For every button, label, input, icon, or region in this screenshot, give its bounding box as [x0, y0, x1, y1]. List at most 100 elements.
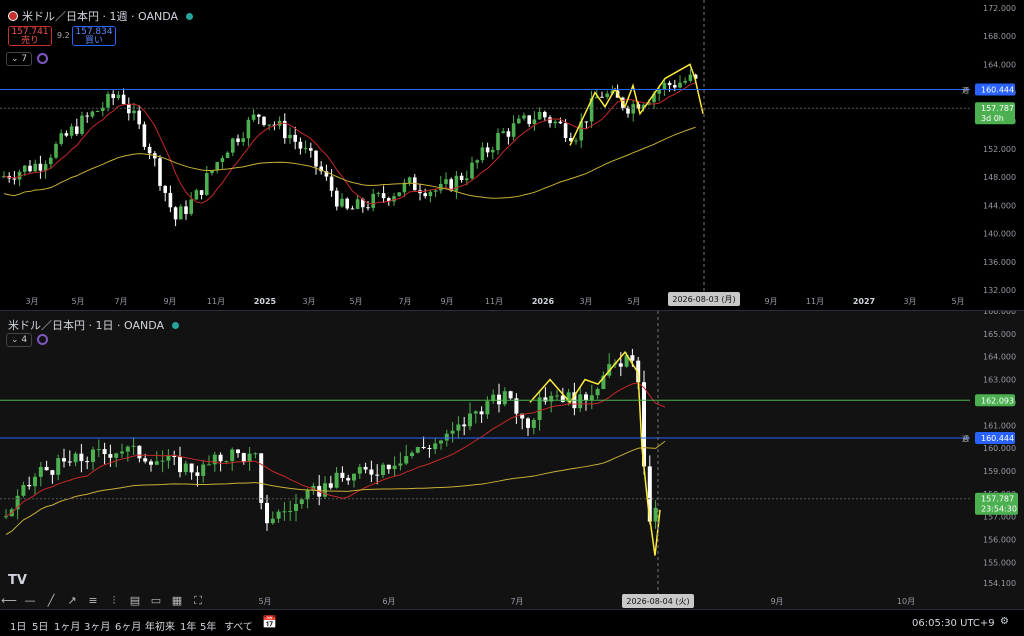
indicators-toggle-button[interactable]: ⌄ 7 — [6, 52, 33, 66]
candle-body — [548, 117, 552, 124]
candle-body — [23, 165, 27, 172]
candle-body — [421, 447, 426, 449]
indicator-settings-icon[interactable] — [37, 53, 48, 64]
last-price: 157.787 — [981, 495, 1014, 504]
candle-body — [600, 96, 604, 98]
range-button-8[interactable]: すべて — [224, 618, 253, 633]
candle-body — [276, 511, 281, 519]
time-axis-label: 5月 — [951, 297, 964, 306]
candle-body — [28, 165, 32, 172]
market-open-icon — [186, 12, 193, 20]
ray-icon[interactable]: ↗ — [63, 594, 81, 608]
weekly-chart-canvas[interactable]: 172.000168.000164.000160.000156.000152.0… — [0, 0, 1024, 310]
time-axis-label: 11月 — [485, 297, 503, 306]
time-axis-label: 5月 — [71, 297, 84, 306]
range-button-7[interactable]: 5年 — [200, 618, 216, 633]
candle-body — [584, 121, 589, 123]
crosshair-date: 2026-08-03 (月) — [672, 295, 735, 304]
daily-chart-canvas[interactable]: 166.000165.000164.000163.000162.000161.0… — [0, 311, 1024, 609]
candle-body — [375, 474, 380, 476]
candle-body — [491, 149, 495, 153]
candle-body — [363, 466, 368, 470]
goto-date-icon[interactable]: 📅 — [262, 615, 277, 629]
candle-body — [160, 460, 165, 462]
range-button-1[interactable]: 5日 — [32, 618, 48, 633]
cursor-icon[interactable]: ⟵ — [0, 594, 18, 608]
range-button-6[interactable]: 1年 — [180, 618, 196, 633]
time-axis-label: 5月 — [258, 597, 271, 606]
daily-chart-pane[interactable]: 166.000165.000164.000163.000162.000161.0… — [0, 311, 1024, 609]
candle-body — [667, 82, 672, 86]
candle-body — [456, 424, 461, 431]
candle-body — [527, 115, 531, 124]
buy-label: 買い — [84, 36, 103, 46]
pitchfork-icon[interactable]: ⫶ — [105, 594, 123, 608]
candle-body — [12, 178, 17, 180]
candle-body — [163, 185, 167, 193]
candle-body — [631, 104, 635, 114]
horizontal-line-icon[interactable]: — — [21, 594, 39, 608]
candle-body — [173, 207, 178, 220]
candle-body — [270, 518, 275, 524]
range-button-0[interactable]: 1日 — [10, 618, 26, 633]
candle-body — [27, 485, 32, 487]
candle-body — [96, 449, 101, 451]
indicators-toggle-button[interactable]: ⌄ 4 — [6, 333, 33, 347]
daily-chart-title: 米ドル／日本円 · 1日 · OANDA — [8, 319, 164, 332]
candle-body — [121, 94, 126, 105]
candle-body — [59, 133, 63, 144]
bar-countdown: 3d 0h — [981, 114, 1004, 123]
candle-body — [64, 133, 69, 136]
candle-body — [108, 454, 113, 458]
candle-body — [328, 483, 333, 488]
trend-line-icon[interactable]: ╱ — [42, 594, 60, 608]
candle-body — [293, 134, 297, 142]
weekly-chart-title: 米ドル／日本円 · 1週 · OANDA — [22, 10, 178, 23]
rectangle-icon[interactable]: ▭ — [147, 594, 165, 608]
candle-body — [584, 394, 588, 401]
candle-body — [179, 206, 183, 220]
candle-body — [589, 395, 594, 401]
candle-body — [532, 119, 537, 124]
candle-body — [142, 124, 147, 147]
candle-body — [79, 453, 84, 462]
candle-body — [555, 395, 559, 397]
grid-icon[interactable]: ▦ — [168, 594, 186, 608]
candle-body — [578, 394, 583, 409]
candle-body — [56, 458, 61, 475]
candle-body — [54, 143, 58, 158]
candle-body — [166, 455, 171, 461]
price-axis-label: 136.000 — [983, 258, 1016, 267]
frame-icon[interactable]: ⛶ — [189, 594, 207, 608]
candle-body — [397, 192, 401, 197]
candle-body — [398, 463, 403, 466]
time-axis-label: 5月 — [627, 297, 640, 306]
fib-retracement-icon[interactable]: ≡ — [84, 594, 102, 608]
indicator-count: 4 — [21, 335, 28, 345]
candle-body — [4, 516, 8, 518]
candle-body — [143, 458, 148, 462]
candle-body — [340, 198, 344, 207]
indicator-settings-icon[interactable] — [37, 334, 48, 345]
green-line-price: 162.093 — [981, 396, 1014, 405]
candle-body — [485, 147, 490, 153]
sell-button[interactable]: 157.741 売り — [8, 26, 52, 46]
buy-button[interactable]: 157.834 買い — [72, 26, 116, 46]
range-button-2[interactable]: 1ヶ月 — [54, 618, 80, 633]
price-axis-label: 155.000 — [983, 558, 1016, 567]
candle-body — [21, 485, 26, 496]
candle-body — [345, 198, 349, 209]
tradingview-logo-icon[interactable]: TV — [8, 573, 27, 588]
range-button-5[interactable]: 年初来 — [145, 618, 175, 633]
settings-gear-icon[interactable]: ⚙ — [1000, 616, 1009, 627]
candle-body — [265, 502, 269, 524]
channel-icon[interactable]: ▤ — [126, 594, 144, 608]
weekly-chart-pane[interactable]: 172.000168.000164.000160.000156.000152.0… — [0, 0, 1024, 310]
clock-display[interactable]: 06:05:30 UTC+9 — [912, 618, 995, 629]
candle-body — [526, 418, 530, 428]
price-axis-label: 161.000 — [983, 421, 1016, 430]
candle-body — [404, 456, 409, 464]
range-button-3[interactable]: 3ヶ月 — [84, 618, 110, 633]
candle-body — [350, 208, 355, 210]
range-button-4[interactable]: 6ヶ月 — [115, 618, 141, 633]
